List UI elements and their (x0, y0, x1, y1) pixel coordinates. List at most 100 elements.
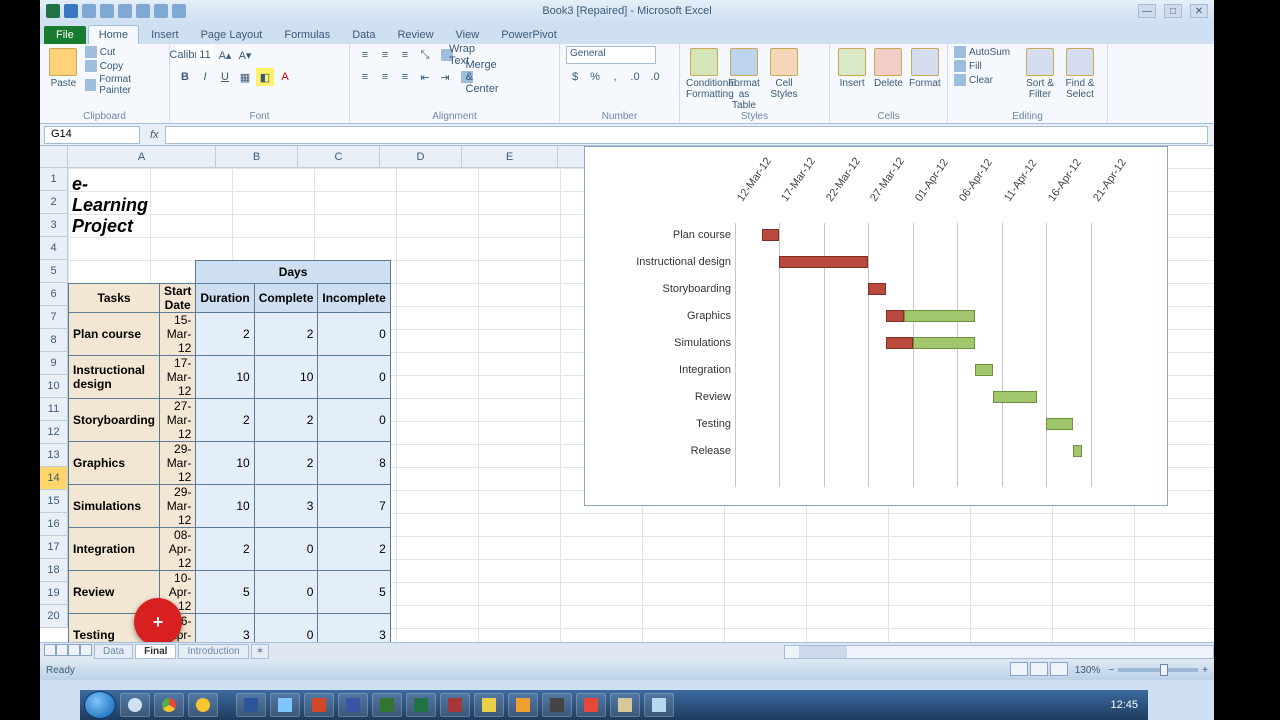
fill-button[interactable]: Fill (954, 60, 1018, 72)
currency-icon[interactable]: $ (566, 68, 584, 86)
table-row[interactable]: Review10-Apr-12505 (69, 571, 391, 614)
align-right-icon[interactable]: ≡ (396, 68, 414, 86)
col-head-B[interactable]: B (216, 146, 298, 168)
table-row[interactable]: Plan course15-Mar-12220 (69, 313, 391, 356)
row-head-2[interactable]: 2 (40, 191, 68, 214)
taskbar-app[interactable] (610, 693, 640, 717)
tab-powerpivot[interactable]: PowerPivot (491, 26, 567, 44)
table-row[interactable]: Storyboarding27-Mar-12220 (69, 399, 391, 442)
sort-filter-button[interactable]: Sort & Filter (1022, 46, 1058, 100)
row-head-11[interactable]: 11 (40, 398, 68, 421)
autosum-button[interactable]: AutoSum (954, 46, 1018, 58)
zoom-level[interactable]: 130% (1075, 665, 1101, 676)
row-head-19[interactable]: 19 (40, 582, 68, 605)
taskbar-app[interactable] (576, 693, 606, 717)
indent-inc-icon[interactable]: ⇥ (436, 68, 454, 86)
table-row[interactable]: Simulations29-Mar-121037 (69, 485, 391, 528)
taskbar-project[interactable] (372, 693, 402, 717)
bold-button[interactable]: B (176, 68, 194, 86)
taskbar-access[interactable] (440, 693, 470, 717)
orientation-icon[interactable]: ⤡ (416, 46, 434, 64)
row-head-5[interactable]: 5 (40, 260, 68, 283)
format-painter-button[interactable]: Format Painter (85, 74, 163, 96)
start-button[interactable] (84, 691, 116, 719)
row-head-16[interactable]: 16 (40, 513, 68, 536)
table-row[interactable]: Instructional design17-Mar-1210100 (69, 356, 391, 399)
align-left-icon[interactable]: ≡ (356, 68, 374, 86)
row-head-4[interactable]: 4 (40, 237, 68, 260)
tab-home[interactable]: Home (88, 25, 139, 44)
table-row[interactable]: Testing16-Apr-12303 (69, 614, 391, 643)
tab-formulas[interactable]: Formulas (274, 26, 340, 44)
insert-cells-button[interactable]: Insert (836, 46, 868, 89)
name-box[interactable]: G14 (44, 126, 140, 144)
number-format-select[interactable]: General (566, 46, 656, 64)
new-sheet-button[interactable]: ✶ (251, 644, 269, 659)
horizontal-scrollbar[interactable] (784, 645, 1214, 659)
taskbar-chrome[interactable] (154, 693, 184, 717)
inc-decimal-icon[interactable]: .0 (626, 68, 644, 86)
conditional-formatting-button[interactable]: Conditional Formatting (686, 46, 722, 100)
paste-button[interactable]: Paste (46, 46, 81, 89)
file-tab[interactable]: File (44, 26, 86, 44)
align-bot-icon[interactable]: ≡ (396, 46, 414, 64)
qat-icon[interactable] (172, 4, 186, 18)
last-sheet-icon[interactable] (80, 644, 92, 656)
system-tray[interactable]: 12:45 (1110, 699, 1144, 711)
undo-icon[interactable] (82, 4, 96, 18)
row-head-13[interactable]: 13 (40, 444, 68, 467)
underline-button[interactable]: U (216, 68, 234, 86)
sheet-tab-final[interactable]: Final (135, 644, 176, 659)
cell-a1-title[interactable]: e-Learning Project (72, 174, 148, 237)
taskbar-powerpoint[interactable] (304, 693, 334, 717)
normal-view-icon[interactable] (1010, 662, 1028, 676)
tab-review[interactable]: Review (387, 26, 443, 44)
percent-icon[interactable]: % (586, 68, 604, 86)
worksheet-grid[interactable]: ABCDEFGHIJKLM 12345678910111213141516171… (40, 146, 1214, 642)
row-head-3[interactable]: 3 (40, 214, 68, 237)
format-cells-button[interactable]: Format (909, 46, 941, 89)
tab-insert[interactable]: Insert (141, 26, 189, 44)
taskbar-app[interactable] (508, 693, 538, 717)
view-buttons[interactable] (1009, 662, 1069, 679)
taskbar-app[interactable] (270, 693, 300, 717)
col-head-E[interactable]: E (462, 146, 558, 168)
clear-button[interactable]: Clear (954, 74, 1018, 86)
row-head-14[interactable]: 14 (40, 467, 68, 490)
zoom-out-icon[interactable]: − (1108, 665, 1114, 676)
zoom-slider[interactable]: −+ (1108, 665, 1208, 676)
table-row[interactable]: Graphics29-Mar-121028 (69, 442, 391, 485)
minimize-button[interactable]: — (1138, 4, 1156, 18)
col-head-C[interactable]: C (298, 146, 380, 168)
copy-button[interactable]: Copy (85, 60, 163, 72)
row-head-9[interactable]: 9 (40, 352, 68, 375)
select-all-corner[interactable] (40, 146, 68, 168)
page-break-view-icon[interactable] (1050, 662, 1068, 676)
format-as-table-button[interactable]: Format as Table (726, 46, 762, 111)
taskbar-app[interactable] (120, 693, 150, 717)
taskbar-app[interactable] (474, 693, 504, 717)
taskbar-app[interactable] (644, 693, 674, 717)
row-head-8[interactable]: 8 (40, 329, 68, 352)
clock[interactable]: 12:45 (1110, 699, 1138, 711)
redo-icon[interactable] (100, 4, 114, 18)
row-head-1[interactable]: 1 (40, 168, 68, 191)
font-size-select[interactable]: 11 (196, 46, 214, 64)
tab-page-layout[interactable]: Page Layout (191, 26, 273, 44)
taskbar-word[interactable] (236, 693, 266, 717)
fx-icon[interactable]: fx (144, 129, 165, 141)
increase-font-icon[interactable]: A▴ (216, 46, 234, 64)
qat-icon[interactable] (154, 4, 168, 18)
zoom-in-icon[interactable]: + (1202, 665, 1208, 676)
align-center-icon[interactable]: ≡ (376, 68, 394, 86)
merge-center-button[interactable]: Merge & Center (456, 68, 496, 86)
taskbar-visio[interactable] (338, 693, 368, 717)
row-head-18[interactable]: 18 (40, 559, 68, 582)
page-layout-view-icon[interactable] (1030, 662, 1048, 676)
row-head-17[interactable]: 17 (40, 536, 68, 559)
border-button[interactable]: ▦ (236, 68, 254, 86)
sheet-tab-introduction[interactable]: Introduction (178, 644, 248, 659)
fill-color-button[interactable]: ◧ (256, 68, 274, 86)
dec-decimal-icon[interactable]: .0 (646, 68, 664, 86)
taskbar-excel[interactable] (406, 693, 436, 717)
